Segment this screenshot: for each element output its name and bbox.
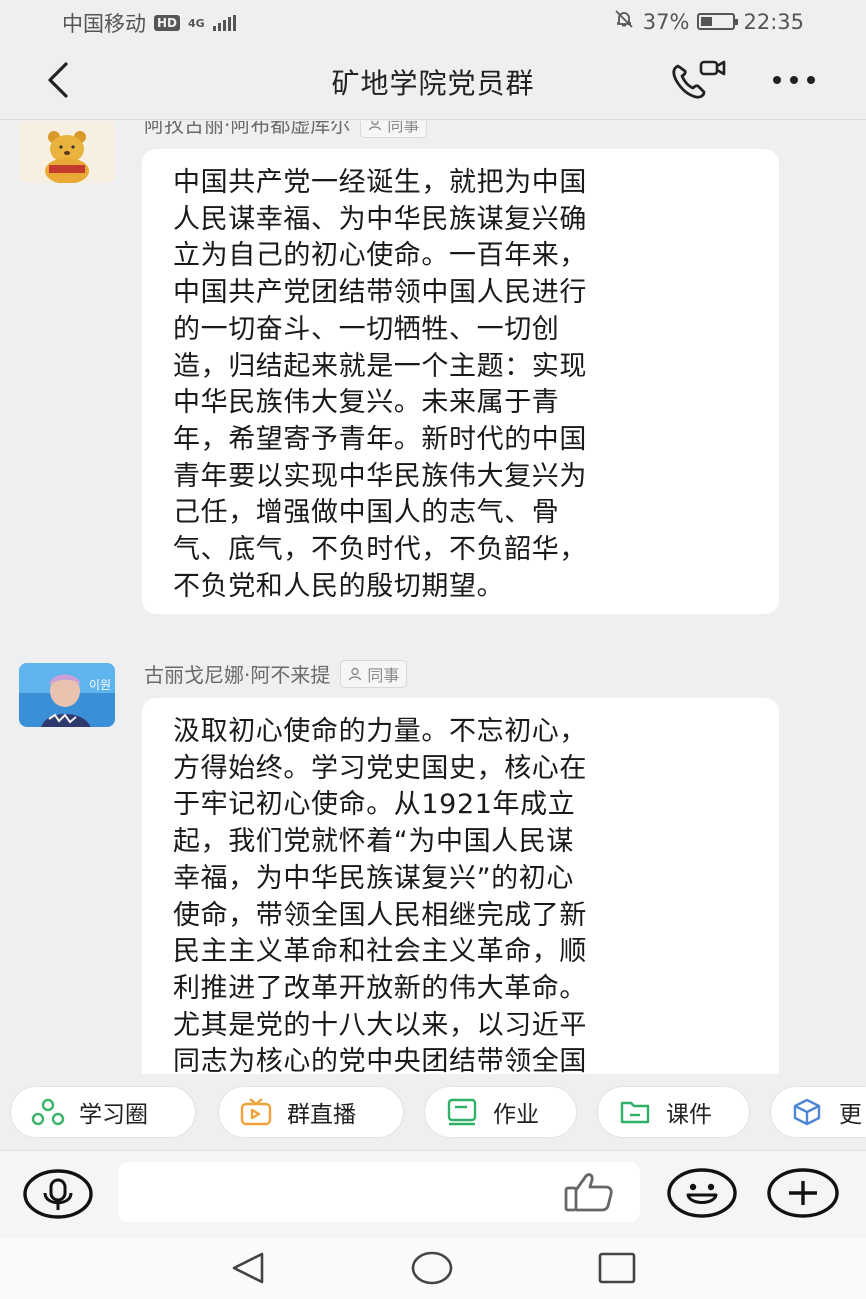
avatar[interactable]: 이원 xyxy=(19,663,115,727)
colleague-tag: 同事 xyxy=(340,659,408,688)
bear-avatar-icon xyxy=(19,121,115,183)
input-bar xyxy=(0,1150,866,1238)
message-line: 同志为核心的党中央团结带领全国 xyxy=(173,1046,587,1074)
voice-button[interactable] xyxy=(22,1168,94,1220)
message-line: 的一切奋斗、一切牺牲、一切创 xyxy=(173,313,560,345)
plus-button[interactable] xyxy=(766,1167,840,1219)
chip-label: 作业 xyxy=(493,1102,539,1128)
message-list[interactable]: 阿孜古丽·阿布都虚库尔 同事 中国共产党一经诞生，就把为中国 人民谋幸福、为中华… xyxy=(0,121,866,1074)
message-line: 民主主义革命和社会主义革命，顺 xyxy=(173,936,587,968)
battery-icon xyxy=(697,13,739,30)
message-line: 方得始终。学习党史国史，核心在 xyxy=(173,752,587,784)
message-line: 汲取初心使命的力量。不忘初心， xyxy=(173,716,587,747)
like-button[interactable] xyxy=(562,1170,618,1214)
tag-label: 同事 xyxy=(367,665,400,685)
chip-label: 群直播 xyxy=(287,1102,356,1128)
message-line: 年，希望寄予青年。新时代的中国 xyxy=(173,423,587,455)
nav-recent-button[interactable] xyxy=(595,1250,639,1286)
community-icon xyxy=(31,1098,65,1126)
square-recent-icon xyxy=(598,1252,636,1284)
page-title: 矿地学院党员群 xyxy=(331,67,535,100)
battery-percent: 37% xyxy=(642,9,690,34)
message-bubble[interactable]: 汲取初心使命的力量。不忘初心， 方得始终。学习党史国史，核心在 于牢记初心使命。… xyxy=(142,698,779,1074)
message-line: 立为自己的初心使命。一百年来， xyxy=(173,240,587,272)
svg-text:이원: 이원 xyxy=(89,678,111,692)
circle-home-icon xyxy=(411,1251,453,1285)
message-line: 起，我们党就怀着“为中国人民谋 xyxy=(173,826,574,858)
message-bubble[interactable]: 中国共产党一经诞生，就把为中国 人民谋幸福、为中华民族谋复兴确 立为自己的初心使… xyxy=(142,149,779,614)
chip-label: 课件 xyxy=(666,1102,712,1128)
courseware-button[interactable]: 课件 xyxy=(597,1086,750,1138)
colleague-tag: 同事 xyxy=(360,121,428,138)
smiley-icon xyxy=(667,1168,737,1218)
message-line: 人民谋幸福、为中华民族谋复兴确 xyxy=(173,203,587,235)
more-dots-icon[interactable] xyxy=(764,62,824,98)
message-line: 不负党和人民的殷切期望。 xyxy=(173,570,505,602)
nav-home-button[interactable] xyxy=(410,1248,454,1288)
message-line: 于牢记初心使命。从1921年成立 xyxy=(173,789,576,821)
call-button[interactable] xyxy=(668,58,728,102)
person-photo-avatar-icon: 이원 xyxy=(19,663,115,727)
emoji-button[interactable] xyxy=(666,1167,738,1219)
message-line: 中国共产党团结带领中国人民进行 xyxy=(173,277,587,309)
status-left: 中国移动 HD 4G xyxy=(62,8,236,38)
network-type: 4G xyxy=(188,16,205,30)
chip-label: 学习圈 xyxy=(79,1102,148,1128)
homework-icon xyxy=(447,1098,477,1126)
plus-icon xyxy=(767,1168,839,1218)
study-circle-button[interactable]: 学习圈 xyxy=(10,1086,196,1138)
homework-button[interactable]: 作业 xyxy=(424,1086,577,1138)
sender-row: 阿孜古丽·阿布都虚库尔 同事 xyxy=(144,121,428,138)
message-line: 气、底气，不负时代，不负韶华， xyxy=(173,534,587,566)
folder-icon xyxy=(620,1101,650,1124)
group-live-button[interactable]: 群直播 xyxy=(218,1086,404,1138)
status-right: 37% 22:35 xyxy=(613,8,804,35)
person-icon xyxy=(349,667,362,680)
avatar[interactable] xyxy=(19,121,115,183)
nav-back-button[interactable] xyxy=(226,1250,270,1286)
message-line: 使命，带领全国人民相继完成了新 xyxy=(173,899,587,931)
message-line: 青年要以实现中华民族伟大复兴为 xyxy=(173,460,587,492)
message-line: 中华民族伟大复兴。未来属于青 xyxy=(173,387,560,419)
person-icon xyxy=(369,121,382,130)
chip-label: 更 xyxy=(839,1102,862,1128)
message-line: 造，归结起来就是一个主题：实现 xyxy=(173,350,587,382)
tv-live-icon xyxy=(240,1098,272,1126)
message-line: 利推进了改革开放新的伟大革命。 xyxy=(173,972,587,1004)
quick-action-bar: 学习圈 群直播 作业 课件 更 xyxy=(0,1074,866,1150)
chat-header: 矿地学院党员群 xyxy=(0,40,866,120)
sender-name: 古丽戈尼娜·阿不来提 xyxy=(144,663,331,687)
system-nav-bar xyxy=(0,1238,866,1299)
message-line: 中国共产党一经诞生，就把为中国 xyxy=(173,167,587,198)
carrier-name: 中国移动 xyxy=(62,12,146,36)
microphone-icon xyxy=(23,1169,93,1219)
battery-level xyxy=(701,17,713,26)
more-actions-button[interactable]: 更 xyxy=(770,1086,866,1138)
signal-icon xyxy=(212,15,236,31)
sender-row: 古丽戈尼娜·阿不来提 同事 xyxy=(144,659,408,688)
clock: 22:35 xyxy=(743,9,804,34)
triangle-back-icon xyxy=(232,1252,264,1284)
message-line: 尤其是党的十八大以来，以习近平 xyxy=(173,1009,587,1041)
hd-badge: HD xyxy=(154,15,181,31)
mute-icon xyxy=(613,8,635,35)
tag-label: 同事 xyxy=(387,121,420,135)
cube-icon xyxy=(793,1098,821,1126)
phone-video-icon xyxy=(672,60,726,99)
status-bar: 中国移动 HD 4G 37% 22:35 xyxy=(0,0,866,40)
sender-name: 阿孜古丽·阿布都虚库尔 xyxy=(144,121,351,137)
message-line: 幸福，为中华民族谋复兴”的初心 xyxy=(173,862,574,894)
thumbs-up-icon xyxy=(564,1173,613,1212)
message-line: 己任，增强做中国人的志气、骨 xyxy=(173,497,560,529)
